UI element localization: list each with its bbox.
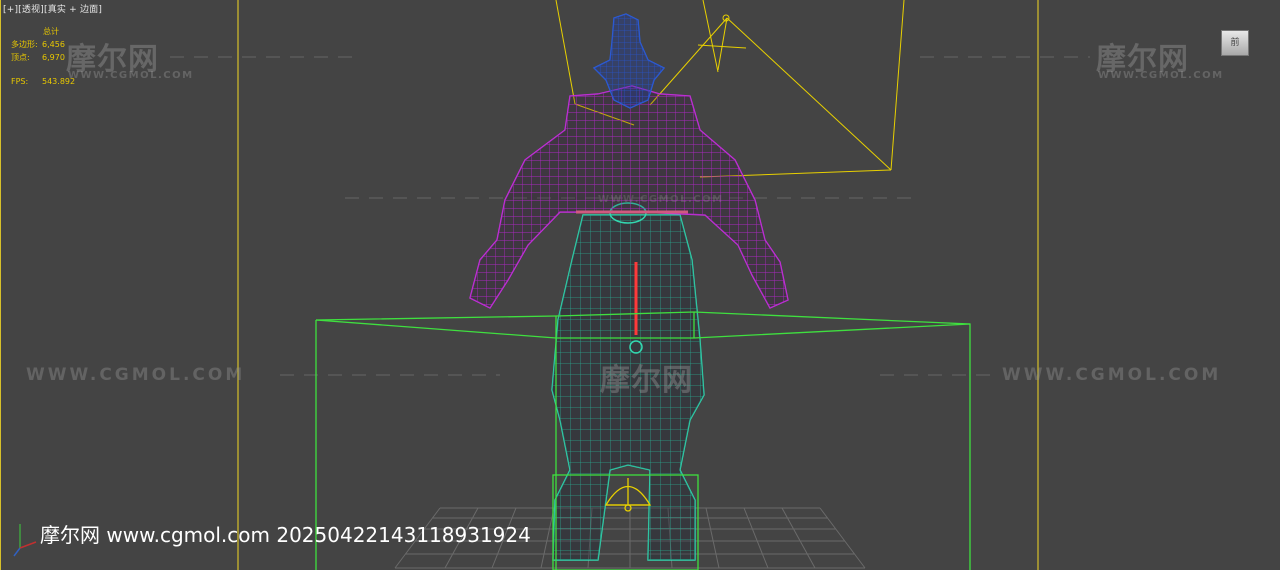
viewport-menu-shading[interactable]: [真实 + 边面]: [44, 5, 102, 15]
footer-watermark: 摩尔网 www.cgmol.com 20250422143118931924: [40, 523, 531, 547]
viewport-menu-perspective[interactable]: [透视]: [18, 5, 44, 15]
bone-gizmo-icon[interactable]: [604, 478, 652, 512]
watermark-site-top: WWW.CGMOL.COM: [598, 194, 724, 205]
watermark-site-left: WWW.CGMOL.COM: [68, 70, 194, 81]
polygons-label: 多边形:: [11, 40, 38, 49]
watermark-url-right: WWW.CGMOL.COM: [1002, 365, 1222, 385]
watermark-site-right: WWW.CGMOL.COM: [1098, 70, 1224, 81]
fps-label: FPS:: [11, 77, 29, 86]
watermark-url-left: WWW.CGMOL.COM: [26, 365, 246, 385]
viewport-scene[interactable]: [0, 0, 1280, 570]
perspective-viewport[interactable]: [0, 0, 1280, 570]
viewcube-icon[interactable]: 前: [1221, 30, 1249, 56]
viewport-menu-plus[interactable]: [+]: [3, 5, 18, 15]
viewcube-face-label: 前: [1230, 38, 1240, 48]
vertices-value: 6,970: [42, 53, 65, 62]
polygons-value: 6,456: [42, 40, 65, 49]
axis-tripod-icon: [13, 524, 37, 557]
vertices-label: 顶点:: [11, 53, 30, 62]
watermark-logo-center: 摩尔网: [600, 363, 693, 398]
safe-frame: [0, 0, 1039, 570]
viewport-label[interactable]: [+][透视][真实 + 边面]: [3, 2, 102, 15]
